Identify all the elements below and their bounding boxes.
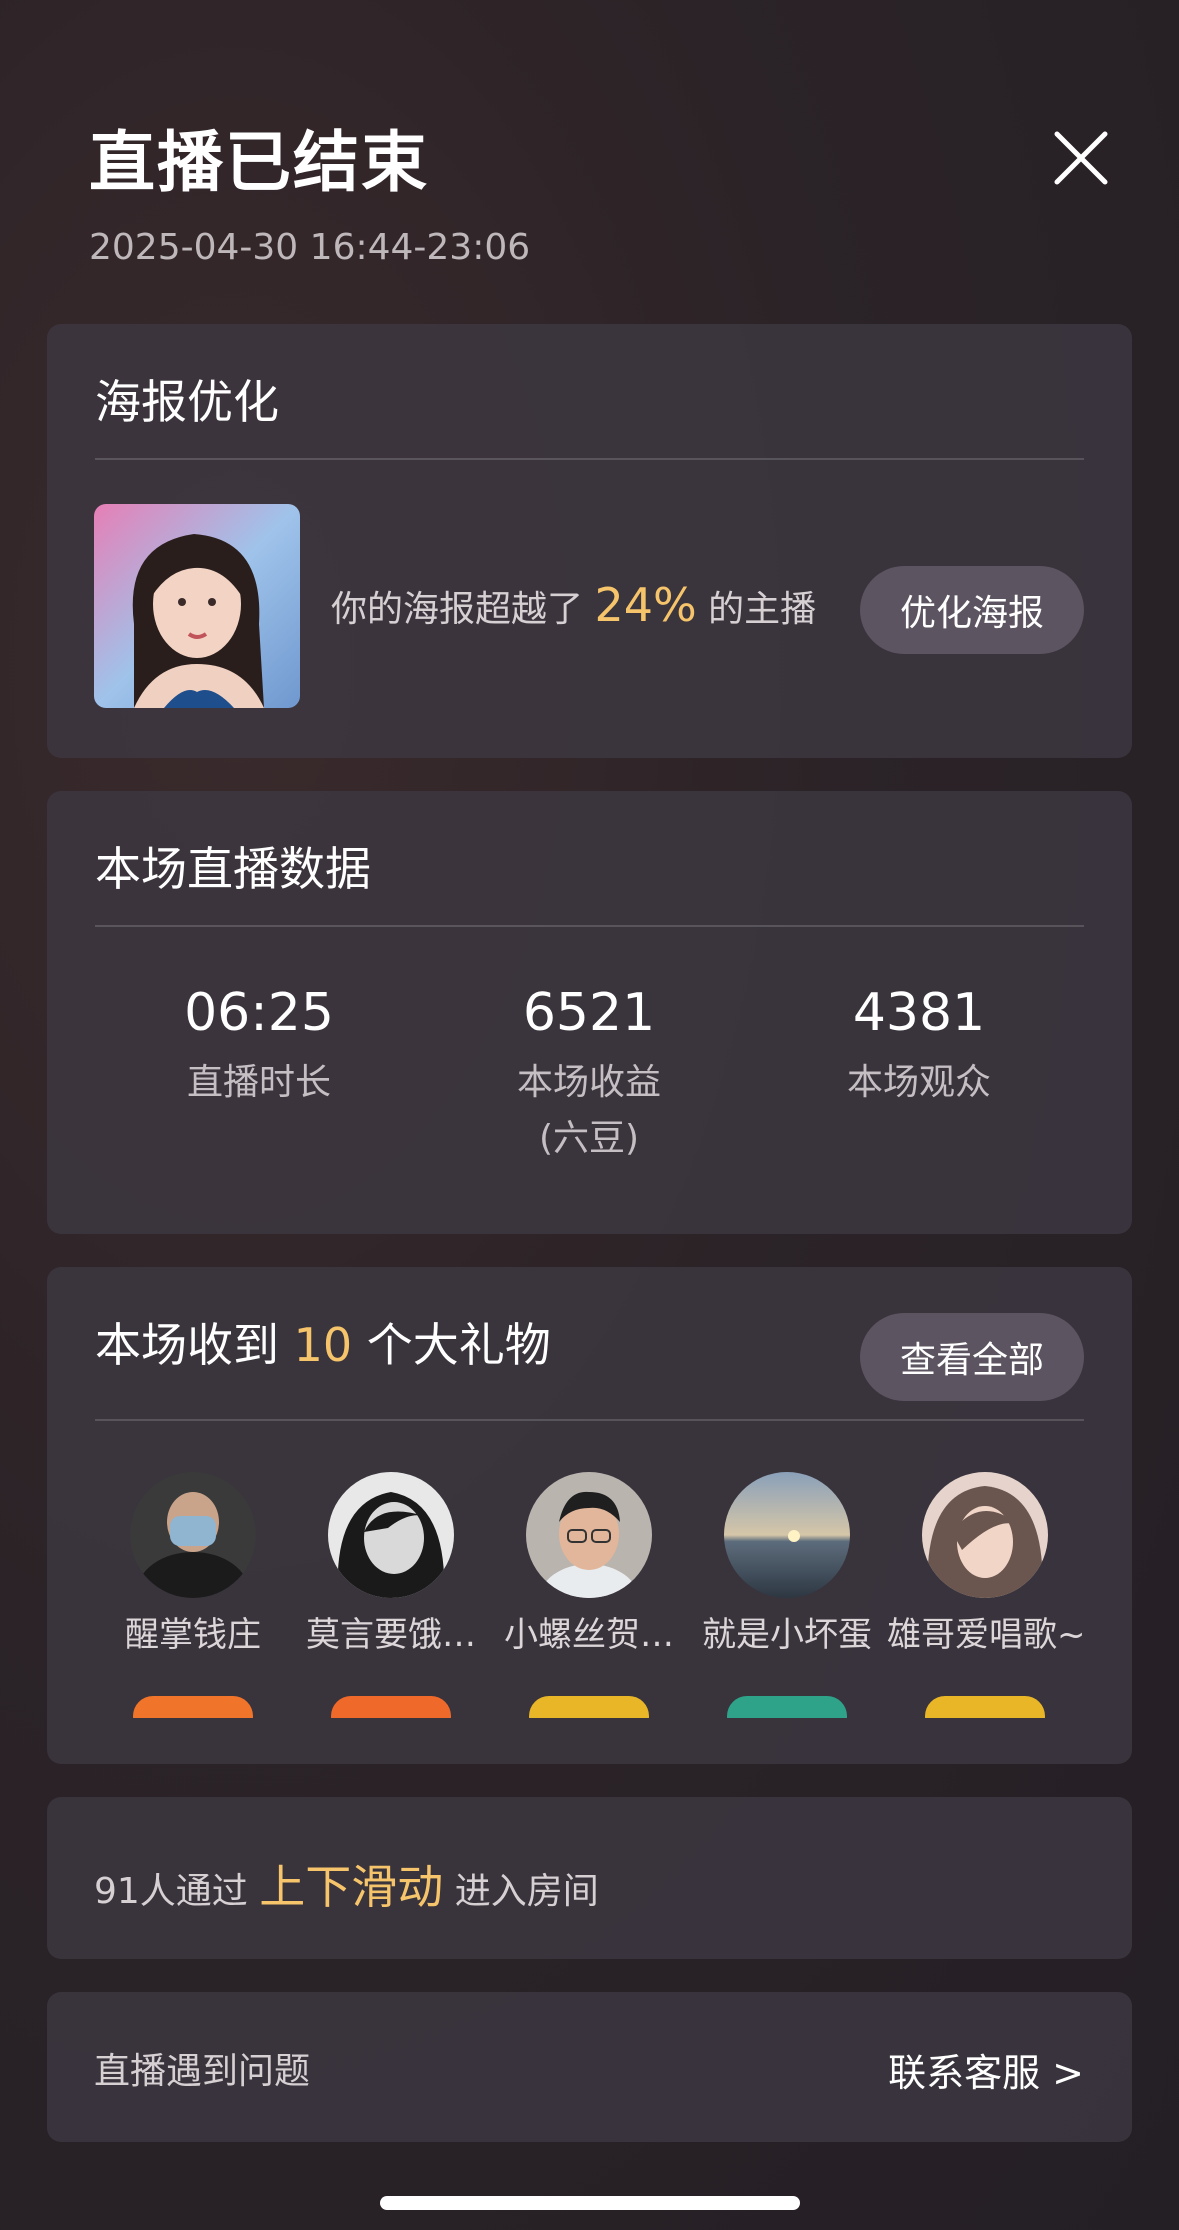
live-time-range: 2025-04-30 16:44-23:06 (89, 227, 531, 268)
stat-label: 本场观众 (846, 1062, 991, 1103)
header: 直播已结束 2025-04-30 16:44-23:06 (89, 118, 1119, 278)
gift-user[interactable]: 醒掌钱庄 (95, 1472, 291, 1718)
stat-earnings: 6521 本场收益 (六豆) (424, 981, 754, 1167)
gift-user-name: 就是小坏蛋 (702, 1615, 872, 1655)
gifts-count: 10 (293, 1318, 353, 1372)
gift-user[interactable]: 就是小坏蛋 (689, 1472, 885, 1718)
gifts-title-prefix: 本场收到 (95, 1318, 279, 1372)
swipe-entry-card: 91人通过 上下滑动 进入房间 (47, 1797, 1132, 1959)
poster-card-title: 海报优化 (95, 375, 279, 429)
poster-thumbnail (94, 504, 300, 708)
avatar (922, 1472, 1048, 1598)
live-stats-title: 本场直播数据 (95, 842, 371, 896)
stat-viewers: 4381 本场观众 (754, 981, 1084, 1111)
swipe-highlight: 上下滑动 (259, 1860, 444, 1914)
contact-support-link[interactable]: 联系客服 > (888, 2042, 1084, 2097)
page-title: 直播已结束 (89, 124, 429, 201)
stat-value: 06:25 (184, 983, 334, 1043)
support-card: 直播遇到问题 联系客服 > (47, 1992, 1132, 2142)
home-indicator (380, 2196, 800, 2210)
swipe-suffix: 进入房间 (454, 1871, 599, 1912)
level-badge (920, 1696, 1050, 1718)
poster-percent: 24% (594, 578, 697, 632)
level-badge (524, 1696, 654, 1718)
poster-card: 海报优化 你的海报超越了 24% 的主播 优化海报 (47, 324, 1132, 758)
gift-user[interactable]: 莫言要饿… (293, 1472, 489, 1718)
stat-duration: 06:25 直播时长 (94, 981, 424, 1111)
poster-text-suffix: 的主播 (708, 589, 817, 630)
stat-label: 直播时长 (186, 1062, 331, 1103)
stat-value: 6521 (522, 983, 656, 1043)
divider (95, 1419, 1084, 1421)
poster-rank-text: 你的海报超越了 24% 的主播 (331, 579, 816, 636)
gift-user-name: 雄哥爱唱歌~ (887, 1615, 1086, 1655)
stat-label: 本场收益 (516, 1062, 661, 1103)
gift-user[interactable]: 小螺丝贺… (491, 1472, 687, 1718)
gift-user[interactable]: 雄哥爱唱歌~ (887, 1472, 1086, 1718)
avatar (526, 1472, 652, 1598)
level-badge (326, 1696, 456, 1718)
gift-user-name: 醒掌钱庄 (125, 1615, 261, 1655)
live-stats-card: 本场直播数据 06:25 直播时长 6521 本场收益 (六豆) 4381 本场… (47, 791, 1132, 1234)
avatar (328, 1472, 454, 1598)
gifts-title: 本场收到 10 个大礼物 (95, 1315, 551, 1375)
level-badge (722, 1696, 852, 1718)
swipe-entry-text: 91人通过 上下滑动 进入房间 (94, 1851, 599, 1917)
gift-user-name: 莫言要饿… (306, 1615, 476, 1655)
support-label: 直播遇到问题 (94, 2051, 311, 2092)
gifts-card: 本场收到 10 个大礼物 查看全部 醒掌钱庄 莫言要饿… 小螺丝贺… 就是小坏蛋… (47, 1267, 1132, 1764)
stat-value: 4381 (852, 983, 986, 1043)
avatar (130, 1472, 256, 1598)
avatar (724, 1472, 850, 1598)
swipe-prefix: 91人通过 (94, 1871, 248, 1912)
level-badge (128, 1696, 258, 1718)
view-all-button[interactable]: 查看全部 (860, 1313, 1084, 1401)
divider (95, 925, 1084, 927)
poster-text-prefix: 你的海报超越了 (331, 589, 584, 630)
divider (95, 458, 1084, 460)
optimize-poster-button[interactable]: 优化海报 (860, 566, 1084, 654)
stat-sublabel: (六豆) (538, 1118, 640, 1159)
gifts-title-suffix: 个大礼物 (366, 1318, 551, 1372)
close-icon[interactable] (1053, 130, 1109, 186)
gift-user-name: 小螺丝贺… (504, 1615, 674, 1655)
